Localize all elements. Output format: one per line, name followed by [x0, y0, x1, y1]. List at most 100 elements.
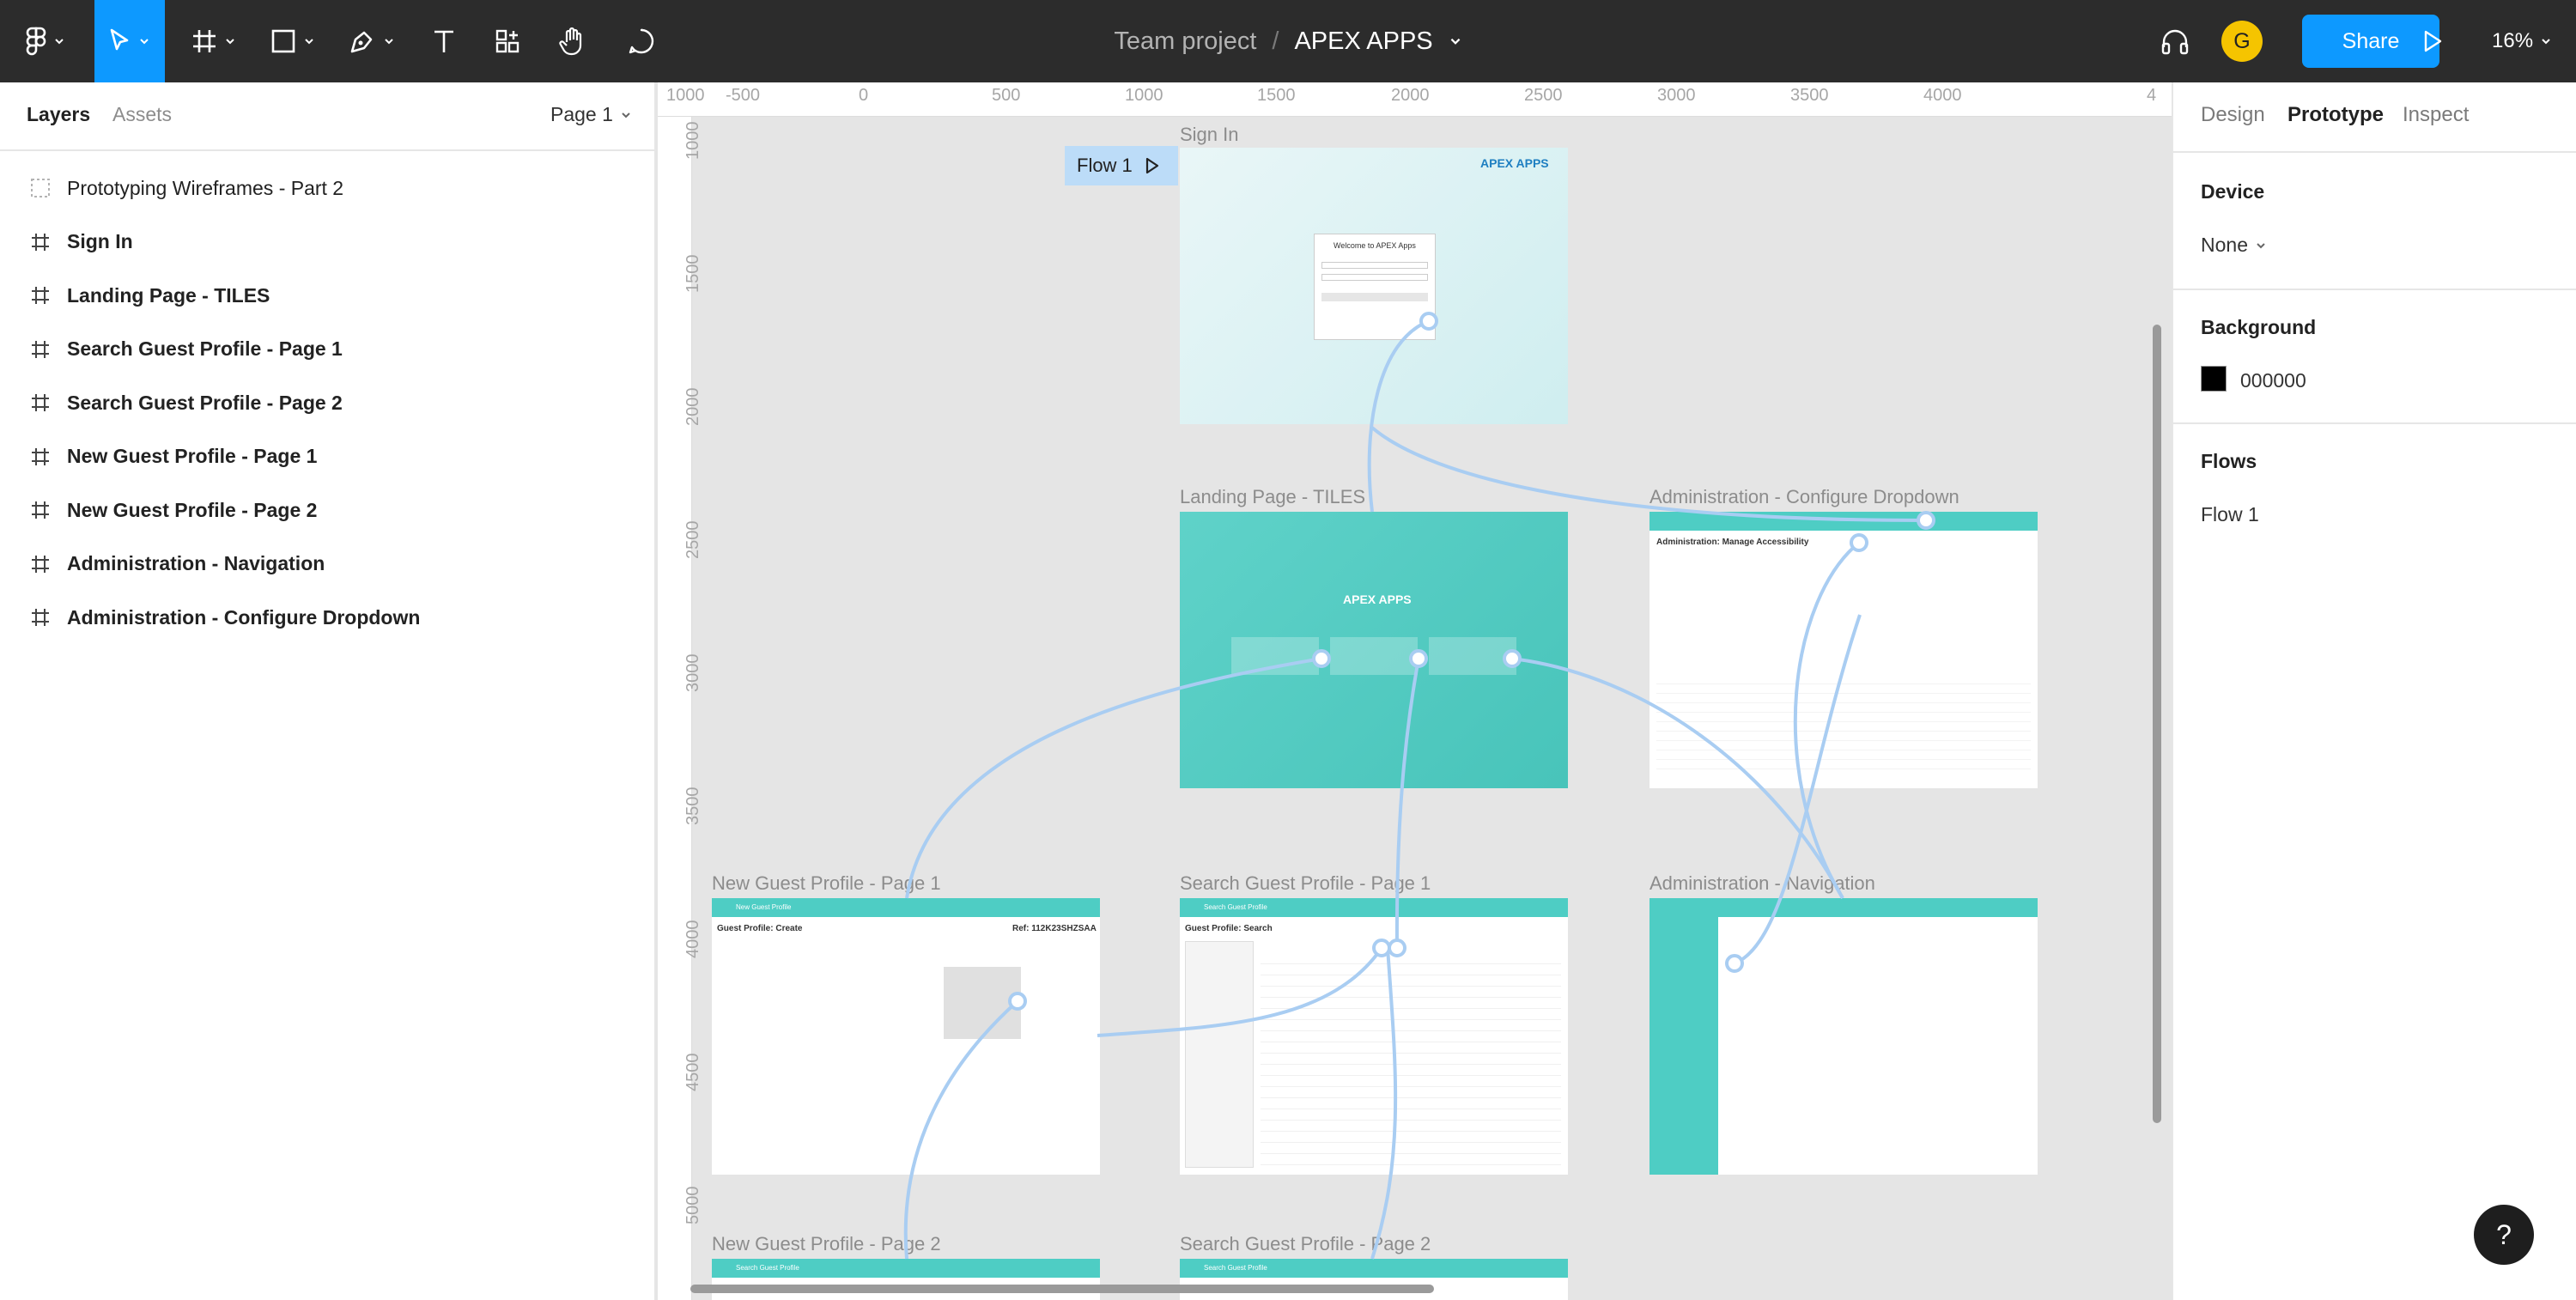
audio-button[interactable]: [2154, 0, 2196, 82]
flows-heading: Flows: [2201, 450, 2257, 472]
layer-item[interactable]: Landing Page - TILES: [0, 269, 654, 322]
section-icon: [31, 179, 50, 197]
device-select[interactable]: None: [2201, 234, 2267, 257]
prototype-connections: [903, 312, 1935, 1260]
layer-label: New Guest Profile - Page 1: [67, 445, 318, 467]
team-name[interactable]: Team project: [1114, 27, 1256, 56]
help-button[interactable]: ?: [2474, 1205, 2534, 1265]
layer-label: Sign In: [67, 230, 133, 252]
connector-landing-admin: [1370, 426, 1927, 522]
cursor-icon: [110, 28, 129, 51]
hotspot-tile-search: [1409, 649, 1428, 668]
frame-tool-button[interactable]: [184, 0, 244, 82]
divider: [2173, 151, 2576, 153]
hotspot-signin: [1419, 312, 1438, 331]
resources-icon: [495, 29, 519, 53]
chevron-down-icon: [385, 39, 393, 45]
divider: [2173, 289, 2576, 290]
play-icon: [1145, 157, 1158, 174]
main-menu-button[interactable]: [15, 0, 76, 82]
frame-icon: [32, 555, 49, 573]
frame-icon: [32, 287, 49, 304]
zoom-menu[interactable]: 16%: [2492, 0, 2552, 82]
chevron-down-icon: [305, 39, 313, 45]
tab-inspect[interactable]: Inspect: [2403, 103, 2469, 127]
device-heading: Device: [2201, 180, 2265, 203]
connector-adminnav-dropdown: [1734, 614, 1862, 965]
text-icon: [434, 30, 453, 52]
headphones-icon: [2161, 29, 2189, 55]
layer-label: Search Guest Profile - Page 2: [67, 391, 343, 414]
chevron-down-icon: [2257, 242, 2265, 248]
design-canvas[interactable]: 1000 -500 0 500 1000 1500 2000 2500 3000 3500 4000…: [658, 82, 2172, 1300]
layer-item[interactable]: Search Guest Profile - Page 2: [0, 376, 654, 429]
play-icon: [2424, 30, 2442, 52]
flow-start-badge[interactable]: Flow 1: [1065, 146, 1178, 185]
divider: [2173, 422, 2576, 424]
connector-search2: [1370, 947, 1398, 1260]
user-avatar[interactable]: G: [2221, 21, 2263, 62]
layer-item[interactable]: Sign In: [0, 216, 654, 269]
frame-icon: [32, 501, 49, 519]
connector-landing-newguest: [905, 657, 1322, 899]
connector-dropdown-back: [1793, 541, 1861, 900]
figma-logo-icon: [26, 27, 46, 56]
flow-list-item[interactable]: Flow 1: [2201, 503, 2259, 526]
text-tool-button[interactable]: [422, 0, 465, 82]
chevron-down-icon: [622, 112, 630, 118]
hotspot-create-avatar: [1008, 992, 1027, 1011]
tab-assets[interactable]: Assets: [112, 103, 172, 126]
page-selector[interactable]: Page 1: [550, 103, 632, 126]
move-tool-button[interactable]: [94, 0, 165, 82]
pen-tool-button[interactable]: [342, 0, 402, 82]
chevron-down-icon[interactable]: [1449, 34, 1462, 48]
hotspot-search-b: [1388, 939, 1406, 957]
device-value: None: [2201, 234, 2248, 256]
layer-item[interactable]: Search Guest Profile - Page 1: [0, 323, 654, 376]
layer-item[interactable]: New Guest Profile - Page 2: [0, 483, 654, 537]
chevron-down-icon: [2542, 39, 2550, 45]
shape-tool-button[interactable]: [263, 0, 323, 82]
hand-tool-button[interactable]: [551, 0, 594, 82]
page-name: Page 1: [550, 103, 613, 125]
tab-layers[interactable]: Layers: [27, 103, 90, 126]
layer-label: Administration - Navigation: [67, 552, 325, 574]
hotspot-adminnav: [1725, 954, 1744, 973]
layer-item[interactable]: Prototyping Wireframes - Part 2: [0, 161, 654, 215]
connector-landing-search: [1394, 658, 1420, 949]
chevron-down-icon: [226, 39, 234, 45]
canvas-scrollbar-horizontal[interactable]: [690, 1285, 1434, 1293]
flow-badge-label: Flow 1: [1077, 155, 1133, 176]
tab-prototype[interactable]: Prototype: [2287, 103, 2384, 127]
rectangle-icon: [271, 29, 295, 53]
resources-tool-button[interactable]: [486, 0, 529, 82]
tab-design[interactable]: Design: [2201, 103, 2265, 127]
layer-label: New Guest Profile - Page 2: [67, 498, 318, 521]
frame-icon: [32, 233, 49, 251]
layer-item[interactable]: Administration - Navigation: [0, 538, 654, 591]
present-button[interactable]: [2411, 0, 2454, 82]
background-color-swatch[interactable]: [2201, 366, 2227, 392]
frame-icon: [32, 447, 49, 465]
file-name[interactable]: APEX APPS: [1294, 27, 1432, 56]
comment-tool-button[interactable]: [620, 0, 663, 82]
background-hex-input[interactable]: 000000: [2240, 369, 2306, 392]
layers-panel: Layers Assets Page 1 Prototyping Wirefra…: [0, 82, 656, 1300]
layer-item[interactable]: New Guest Profile - Page 1: [0, 430, 654, 483]
breadcrumb-separator: /: [1272, 27, 1279, 55]
layer-label: Search Guest Profile - Page 1: [67, 337, 343, 360]
comment-icon: [629, 28, 654, 54]
background-heading: Background: [2201, 316, 2317, 338]
layer-label: Administration - Configure Dropdown: [67, 605, 421, 629]
canvas-scrollbar-vertical[interactable]: [2153, 325, 2161, 1123]
connector-newguest2: [903, 999, 1019, 1260]
zoom-level: 16%: [2492, 29, 2534, 52]
connector-signin-landing: [1367, 319, 1430, 513]
hotspot-tile-new: [1312, 649, 1331, 668]
hotspot-admin-close: [1917, 511, 1935, 530]
file-breadcrumb[interactable]: Team project / APEX APPS: [1114, 27, 1461, 56]
hand-icon: [559, 27, 582, 56]
properties-panel: Design Prototype Inspect Device None Bac…: [2172, 82, 2576, 1300]
hotspot-search-a: [1372, 939, 1391, 957]
layer-item[interactable]: Administration - Configure Dropdown: [0, 591, 654, 644]
